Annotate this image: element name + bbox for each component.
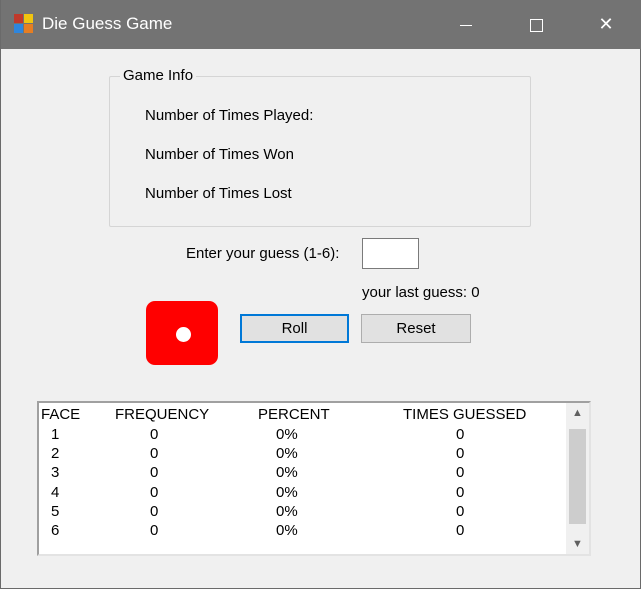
face-cell: 4 <box>51 484 60 501</box>
percent-cell: 0% <box>276 484 298 501</box>
minimize-icon <box>460 24 472 26</box>
frequency-cell: 0 <box>150 426 159 443</box>
vertical-scrollbar[interactable]: ▲ ▼ <box>566 403 589 554</box>
list-item[interactable]: 4 0 0% 0 <box>39 483 565 503</box>
times-played-label: Number of Times Played: <box>145 107 314 124</box>
maximize-button[interactable] <box>501 0 571 49</box>
list-item[interactable]: 3 0 0% 0 <box>39 463 565 483</box>
times-guessed-cell: 0 <box>456 464 465 481</box>
close-icon: ✕ <box>598 14 614 34</box>
face-cell: 2 <box>51 445 60 462</box>
percent-cell: 0% <box>276 522 298 539</box>
die-pip <box>176 327 191 342</box>
frequency-cell: 0 <box>150 503 159 520</box>
times-lost-label: Number of Times Lost <box>145 185 292 202</box>
game-info-legend: Game Info <box>120 67 197 84</box>
list-item[interactable]: 1 0 0% 0 <box>39 425 565 445</box>
list-item[interactable]: 2 0 0% 0 <box>39 444 565 464</box>
window-title: Die Guess Game <box>42 14 173 33</box>
app-icon <box>14 14 34 34</box>
guess-label: Enter your guess (1-6): <box>186 245 340 262</box>
times-guessed-cell: 0 <box>456 503 465 520</box>
times-guessed-cell: 0 <box>456 426 465 443</box>
face-cell: 5 <box>51 503 60 520</box>
header-times-guessed: TIMES GUESSED <box>403 406 527 423</box>
frequency-cell: 0 <box>150 464 159 481</box>
percent-cell: 0% <box>276 503 298 520</box>
times-won-label: Number of Times Won <box>145 146 294 163</box>
frequency-cell: 0 <box>150 522 159 539</box>
stats-header-row: FACE FREQUENCY PERCENT TIMES GUESSED <box>39 405 565 425</box>
chevron-up-icon: ▲ <box>572 407 583 419</box>
list-item[interactable]: 6 0 0% 0 <box>39 521 565 541</box>
list-item[interactable]: 5 0 0% 0 <box>39 502 565 522</box>
frequency-cell: 0 <box>150 484 159 501</box>
header-percent: PERCENT <box>258 406 330 423</box>
guess-input[interactable] <box>362 238 419 269</box>
maximize-icon <box>529 18 543 32</box>
face-cell: 1 <box>51 426 60 443</box>
times-guessed-cell: 0 <box>456 445 465 462</box>
header-face: FACE <box>41 406 81 423</box>
scroll-up-button[interactable]: ▲ <box>566 403 589 423</box>
face-cell: 6 <box>51 522 60 539</box>
times-guessed-cell: 0 <box>456 522 465 539</box>
die-face-image <box>146 301 218 365</box>
frequency-cell: 0 <box>150 445 159 462</box>
times-guessed-cell: 0 <box>456 484 465 501</box>
percent-cell: 0% <box>276 426 298 443</box>
percent-cell: 0% <box>276 445 298 462</box>
close-button[interactable]: ✕ <box>571 0 641 49</box>
roll-button[interactable]: Roll <box>240 314 349 343</box>
scroll-down-button[interactable]: ▼ <box>566 534 589 554</box>
stats-listbox[interactable]: FACE FREQUENCY PERCENT TIMES GUESSED 1 0… <box>37 401 591 556</box>
title-bar[interactable]: Die Guess Game ✕ <box>1 0 641 49</box>
face-cell: 3 <box>51 464 60 481</box>
percent-cell: 0% <box>276 464 298 481</box>
last-guess-text: your last guess: 0 <box>362 284 480 301</box>
window: Die Guess Game ✕ Game Info Number of Tim… <box>0 0 641 589</box>
chevron-down-icon: ▼ <box>572 538 583 550</box>
minimize-button[interactable] <box>431 0 501 49</box>
reset-button[interactable]: Reset <box>361 314 471 343</box>
game-info-group: Game Info Number of Times Played: Number… <box>109 67 531 227</box>
header-frequency: FREQUENCY <box>115 406 210 423</box>
scrollbar-thumb[interactable] <box>569 429 586 524</box>
